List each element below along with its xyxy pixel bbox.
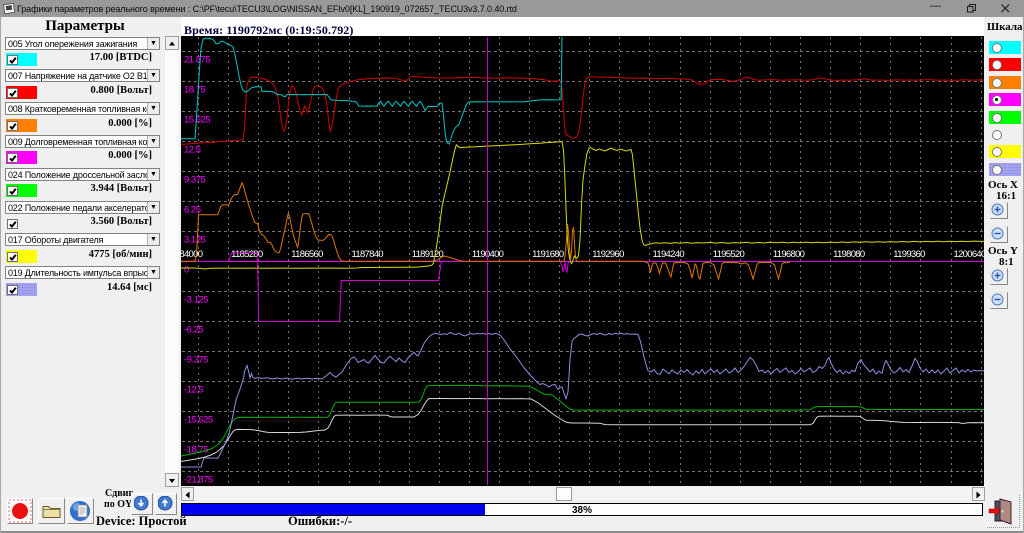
svg-text:1186560: 1186560 (291, 249, 323, 260)
svg-text:1185280: 1185280 (231, 249, 263, 260)
svg-text:1195520: 1195520 (713, 249, 745, 260)
svg-text:-9.375: -9.375 (184, 355, 208, 366)
svg-text:-21.875: -21.875 (184, 475, 213, 486)
svg-text:1196800: 1196800 (773, 249, 805, 260)
svg-text:15.625: 15.625 (184, 115, 210, 126)
svg-text:12.5: 12.5 (184, 145, 201, 156)
svg-text:9.375: 9.375 (184, 175, 205, 186)
svg-text:-6.25: -6.25 (184, 325, 203, 336)
svg-text:0: 0 (184, 265, 189, 276)
svg-text:-15.625: -15.625 (184, 415, 213, 426)
svg-text:3.125: 3.125 (184, 235, 205, 246)
svg-text:1191680: 1191680 (532, 249, 564, 260)
svg-text:1194240: 1194240 (653, 249, 685, 260)
svg-text:6.25: 6.25 (184, 205, 201, 216)
svg-text:1184000: 1184000 (181, 249, 203, 260)
svg-text:-18.75: -18.75 (184, 445, 208, 456)
svg-text:1187840: 1187840 (352, 249, 384, 260)
svg-text:-3.125: -3.125 (184, 295, 208, 306)
svg-text:1199360: 1199360 (893, 249, 925, 260)
svg-text:21.875: 21.875 (184, 55, 210, 66)
svg-text:18.75: 18.75 (184, 85, 205, 96)
svg-text:1198080: 1198080 (833, 249, 865, 260)
svg-text:1192960: 1192960 (592, 249, 624, 260)
svg-text:1200640: 1200640 (954, 249, 985, 260)
svg-text:-12.5: -12.5 (184, 385, 203, 396)
